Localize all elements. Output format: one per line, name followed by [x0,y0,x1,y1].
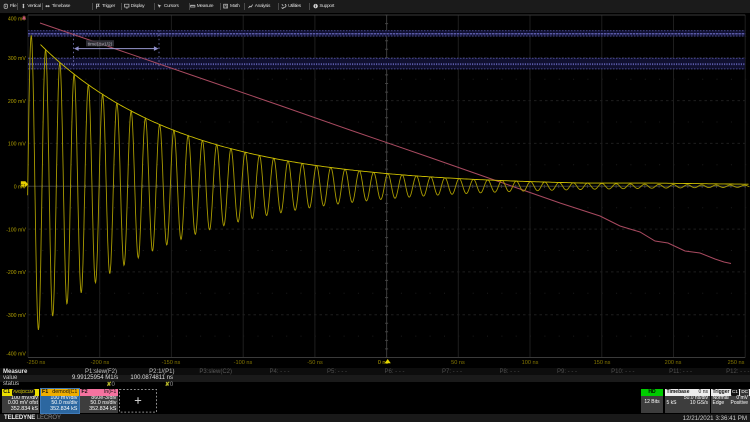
svg-text:50 ns: 50 ns [451,360,465,366]
svg-text:100 ns: 100 ns [522,360,539,366]
svg-text:-200 mV: -200 mV [6,270,26,276]
svg-text:300 mV: 300 mV [8,56,26,62]
svg-text:C1: C1 [21,183,27,188]
svg-text:150 ns: 150 ns [594,360,611,366]
svg-text:200 mV: 200 mV [8,99,26,105]
svg-text:200 ns: 200 ns [665,360,682,366]
svg-text:-100 ns: -100 ns [234,360,253,366]
svg-text:100 mV: 100 mV [8,142,26,148]
svg-text:-300 mV: -300 mV [6,313,26,319]
svg-text:-200 ns: -200 ns [91,360,110,366]
svg-text:-250 ns: -250 ns [27,360,46,366]
svg-text:-50 ns: -50 ns [307,360,323,366]
svg-text:250 ns: 250 ns [728,360,745,366]
svg-text:-400 mV: -400 mV [6,352,26,358]
svg-text:-100 mV: -100 mV [6,227,26,233]
svg-text:time(Δv1/2): time(Δv1/2) [88,41,113,47]
svg-text:-150 ns: -150 ns [162,360,181,366]
